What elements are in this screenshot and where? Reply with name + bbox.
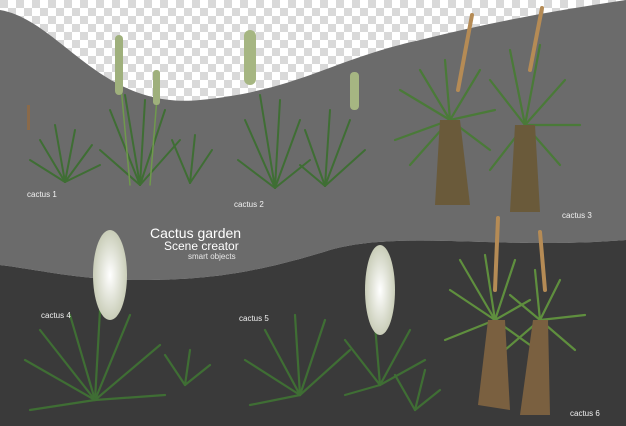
scene-background — [0, 0, 626, 426]
flower-stalk-icon — [115, 35, 123, 95]
label-cactus-1: cactus 1 — [27, 190, 57, 199]
flower-stalk-icon — [350, 72, 359, 110]
flower-cluster-icon — [93, 230, 127, 320]
scene-canvas: cactus 1 cactus 2 cactus 3 cactus 4 cact… — [0, 0, 626, 426]
page-title: Cactus garden — [150, 225, 242, 241]
label-cactus-3: cactus 3 — [562, 211, 592, 220]
title-block: Cactus garden Scene creator smart object… — [150, 226, 241, 262]
flower-stalk-icon — [153, 70, 160, 105]
label-cactus-2: cactus 2 — [234, 200, 264, 209]
stalk-icon — [27, 105, 30, 130]
flower-stalk-icon — [244, 30, 256, 85]
page-subtitle: Scene creator — [164, 239, 239, 253]
label-cactus-6: cactus 6 — [570, 409, 600, 418]
label-cactus-5: cactus 5 — [239, 314, 269, 323]
label-cactus-4: cactus 4 — [41, 311, 71, 320]
trunk-icon — [510, 125, 540, 212]
flower-cluster-icon — [365, 245, 395, 335]
page-tagline: smart objects — [188, 252, 236, 261]
